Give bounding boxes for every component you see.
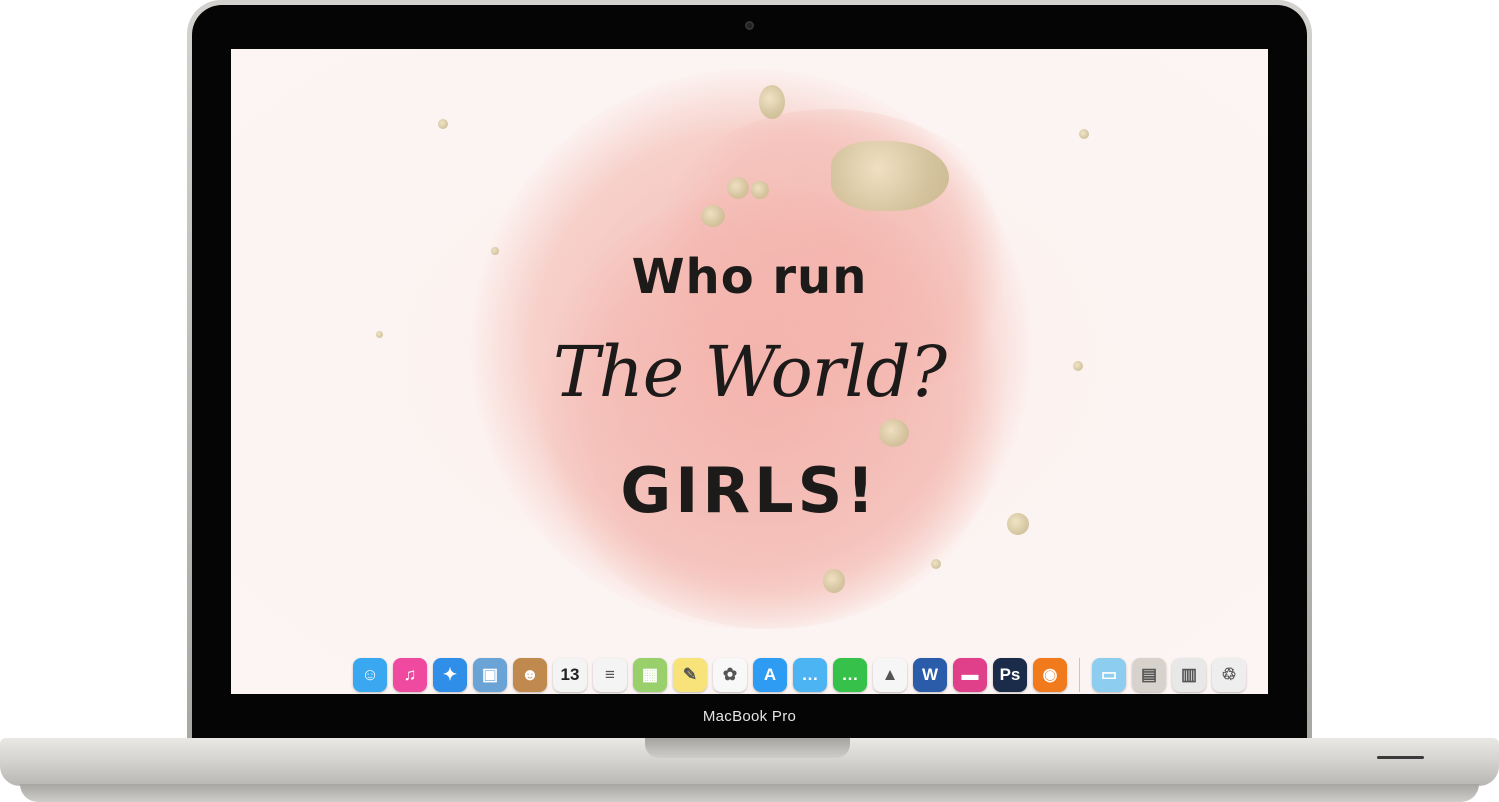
wallpaper-line-1: Who run <box>631 249 868 305</box>
messages-icon[interactable]: … <box>793 658 827 692</box>
gold-splatter <box>759 85 785 119</box>
cleanmymac-icon[interactable]: ▬ <box>953 658 987 692</box>
laptop-base-edge <box>20 784 1479 802</box>
notes-icon[interactable]: ✎ <box>673 658 707 692</box>
lid-opening-notch <box>645 738 850 758</box>
dock-separator <box>1079 658 1080 692</box>
trash-icon[interactable]: ♲ <box>1212 658 1246 692</box>
folder-icon[interactable]: ▭ <box>1092 658 1126 692</box>
gold-splatter <box>831 141 949 211</box>
gold-splatter <box>931 559 941 569</box>
firefox-icon[interactable]: ◉ <box>1033 658 1067 692</box>
calendar-icon[interactable]: 13 <box>553 658 587 692</box>
photoshop-icon[interactable]: Ps <box>993 658 1027 692</box>
app-store-icon[interactable]: A <box>753 658 787 692</box>
gold-splatter <box>1079 129 1089 139</box>
gold-splatter <box>701 205 725 227</box>
downloads-stack-icon[interactable]: ▤ <box>1132 658 1166 692</box>
gold-splatter <box>751 181 769 199</box>
wallpaper-line-2: The World? <box>553 331 947 413</box>
desktop-screen: Who run The World? GIRLS! ☺ ♫ ✦ ▣ ☻ 13 ≡ ▦ ✎ ✿ A……… <box>231 49 1268 694</box>
gold-splatter <box>727 177 749 199</box>
gold-splatter <box>823 569 845 593</box>
device-label: MacBook Pro <box>702 708 797 725</box>
itunes-icon[interactable]: ♫ <box>393 658 427 692</box>
gold-splatter <box>438 119 448 129</box>
photos-icon[interactable]: ✿ <box>713 658 747 692</box>
wallpaper-line-3: GIRLS! <box>620 454 879 527</box>
google-drive-icon[interactable]: ▲ <box>873 658 907 692</box>
safari-icon[interactable]: ✦ <box>433 658 467 692</box>
gold-splatter <box>879 419 909 447</box>
contacts-icon[interactable]: ☻ <box>513 658 547 692</box>
preview-icon[interactable]: ▣ <box>473 658 507 692</box>
documents-stack-icon[interactable]: ▥ <box>1172 658 1206 692</box>
photo-booth-icon[interactable]: ▦ <box>633 658 667 692</box>
reminders-icon[interactable]: ≡ <box>593 658 627 692</box>
finder-icon[interactable]: ☺ <box>353 658 387 692</box>
camera-icon <box>745 21 754 30</box>
sleep-indicator <box>1377 756 1424 759</box>
facetime-icon[interactable]: … <box>833 658 867 692</box>
word-icon[interactable]: W <box>913 658 947 692</box>
dock: ☺ ♫ ✦ ▣ ☻ 13 ≡ ▦ ✎ ✿ A…… ▲ W ▬ Ps ◉ ▭ ▤ ▥ ♲ <box>231 653 1268 694</box>
